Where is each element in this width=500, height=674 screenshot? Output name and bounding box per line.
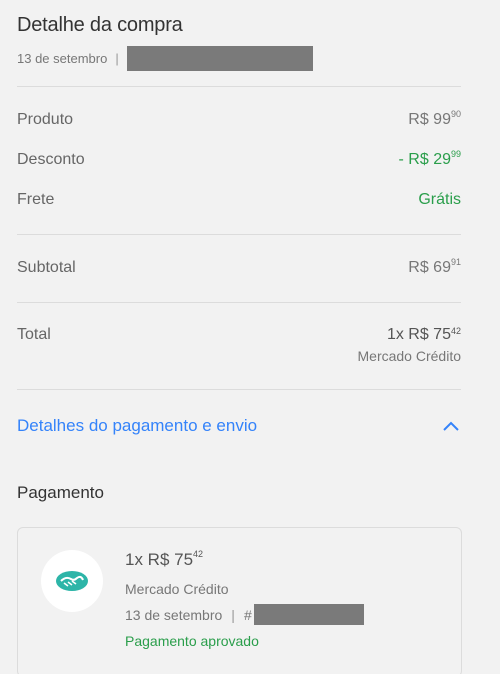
subtotal-label: Subtotal bbox=[17, 259, 76, 276]
payment-section-title: Pagamento bbox=[17, 483, 104, 502]
row-desconto: Desconto - R$ 2999 bbox=[17, 149, 461, 169]
purchase-meta: 13 de setembro | bbox=[17, 46, 461, 71]
divider bbox=[17, 234, 461, 235]
meta-separator: | bbox=[115, 51, 119, 66]
purchase-date: 13 de setembro bbox=[17, 51, 108, 66]
payment-amount: 1x R$ 7542 bbox=[125, 549, 204, 569]
chevron-up-icon bbox=[443, 421, 459, 431]
row-frete: Frete Grátis bbox=[17, 191, 461, 209]
subtotal-value: R$ 6991 bbox=[408, 257, 461, 277]
divider bbox=[17, 302, 461, 303]
payment-hash: # bbox=[243, 606, 252, 623]
desconto-value: - R$ 2999 bbox=[398, 149, 461, 169]
divider bbox=[17, 86, 461, 87]
divider bbox=[17, 389, 461, 390]
page-title: Detalhe da compra bbox=[17, 14, 183, 36]
total-method: Mercado Crédito bbox=[357, 348, 462, 364]
payment-meta: 13 de setembro | # bbox=[125, 604, 364, 625]
mercado-pago-handshake-icon bbox=[56, 571, 88, 591]
redacted-payment-id bbox=[253, 604, 364, 625]
total-label: Total bbox=[17, 326, 51, 343]
produto-label: Produto bbox=[17, 111, 74, 128]
row-total: Total 1x R$ 7542 Mercado Crédito bbox=[17, 326, 461, 364]
details-link-label: Detalhes do pagamento e envio bbox=[17, 416, 258, 435]
total-amount: 1x R$ 7542 bbox=[386, 326, 461, 343]
purchase-header: Detalhe da compra 13 de setembro | bbox=[17, 14, 461, 71]
payment-info: 1x R$ 7542 Mercado Crédito 13 de setembr… bbox=[125, 549, 364, 649]
payment-method: Mercado Crédito bbox=[125, 581, 229, 597]
payment-shipping-details-toggle[interactable]: Detalhes do pagamento e envio bbox=[17, 416, 461, 436]
payment-card: 1x R$ 7542 Mercado Crédito 13 de setembr… bbox=[17, 527, 462, 674]
total-value: 1x R$ 7542 Mercado Crédito bbox=[358, 326, 462, 364]
redacted-order-id bbox=[126, 46, 313, 71]
row-produto: Produto R$ 9990 bbox=[17, 109, 461, 129]
frete-label: Frete bbox=[17, 191, 55, 208]
payment-date: 13 de setembro bbox=[125, 606, 223, 623]
payment-logo bbox=[41, 550, 103, 612]
produto-value: R$ 9990 bbox=[408, 109, 461, 129]
desconto-label: Desconto bbox=[17, 151, 85, 168]
payment-separator: | bbox=[231, 606, 235, 623]
frete-value: Grátis bbox=[418, 191, 461, 208]
payment-status: Pagamento aprovado bbox=[125, 633, 259, 649]
row-subtotal: Subtotal R$ 6991 bbox=[17, 257, 461, 277]
